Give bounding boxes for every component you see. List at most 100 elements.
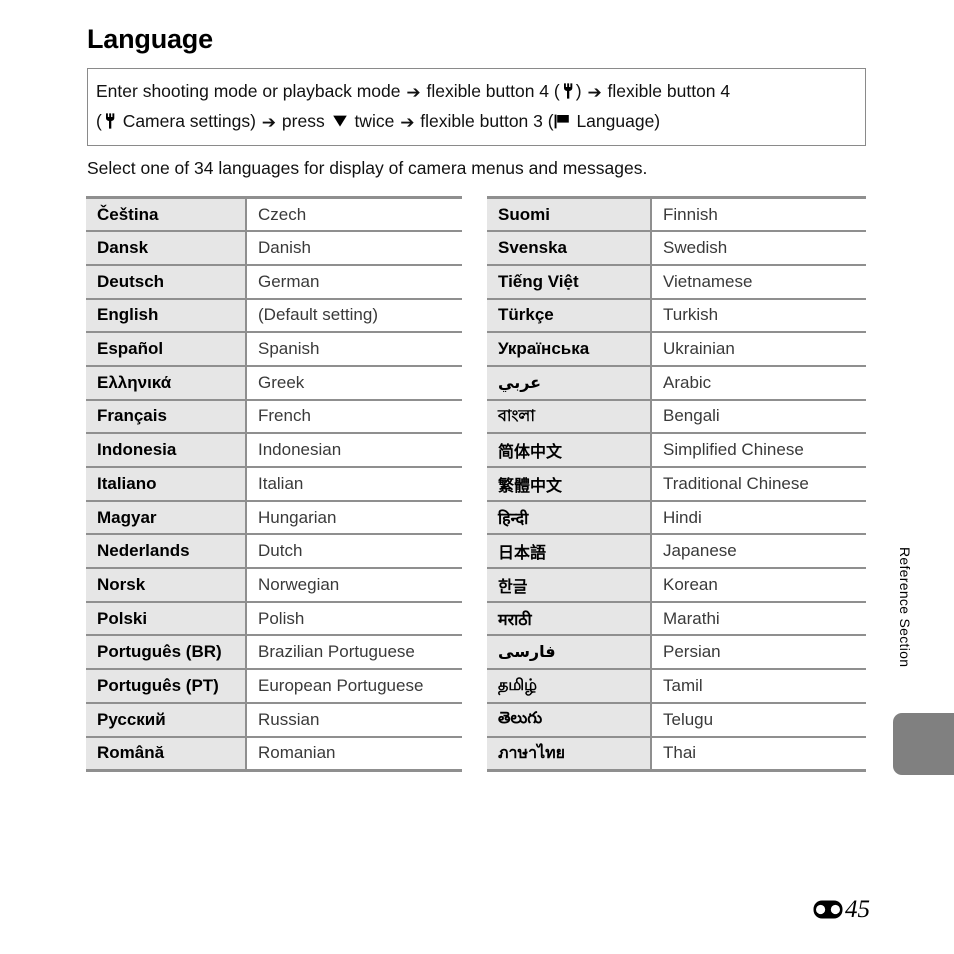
table-row: Italiano Italian <box>86 466 462 501</box>
language-native-label: Magyar <box>97 507 157 527</box>
table-row: ภาษาไทย Thai <box>487 735 866 772</box>
language-english-label: Tamil <box>663 675 703 695</box>
language-native-label: Italiano <box>97 473 157 493</box>
navigation-path-line-1: Enter shooting mode or playback mode ➔ f… <box>96 77 857 107</box>
language-native-cell: Nederlands <box>86 533 247 569</box>
table-row: 日本語 Japanese <box>487 533 866 569</box>
language-native-label: Dansk <box>97 238 149 258</box>
language-native-cell: বাংলা <box>487 398 652 434</box>
table-row: मराठी Marathi <box>487 600 866 636</box>
language-native-cell: Svenska <box>487 230 652 265</box>
language-english-label: Greek <box>258 372 305 392</box>
language-native-cell: 简体中文 <box>487 432 652 467</box>
language-english-cell: French <box>246 398 462 434</box>
language-native-cell: తెలుగు <box>487 701 652 737</box>
language-native-cell: Ελληνικά <box>86 364 247 400</box>
language-english-cell: Korean <box>651 567 866 602</box>
language-english-label: Dutch <box>258 541 303 561</box>
arrow-right-icon: ➔ <box>261 113 277 132</box>
language-english-cell: Thai <box>651 735 866 772</box>
language-english-cell: Italian <box>246 466 462 501</box>
language-native-label: ภาษาไทย <box>498 744 566 762</box>
language-english-label: European Portuguese <box>258 675 424 695</box>
language-english-cell: Finnish <box>651 196 866 232</box>
language-english-cell: Brazilian Portuguese <box>246 634 462 670</box>
language-english-cell: Indonesian <box>246 432 462 467</box>
language-table-right: Suomi Finnish Svenska Swedish Tiếng Việt Viet… <box>487 196 866 772</box>
table-row: Ελληνικά Greek <box>86 364 462 400</box>
language-native-cell: தமிழ் <box>487 668 652 703</box>
wrench-icon <box>561 79 575 99</box>
language-english-cell: Vietnamese <box>651 263 866 299</box>
language-english-cell: Danish <box>246 230 462 265</box>
page-number: 45 <box>845 896 870 923</box>
language-native-label: Português (PT) <box>97 675 219 695</box>
navigation-path-box: Enter shooting mode or playback mode ➔ f… <box>87 68 866 146</box>
language-native-cell: English <box>86 297 247 333</box>
language-english-cell: Romanian <box>246 735 462 772</box>
language-english-label: Swedish <box>663 238 728 258</box>
language-native-label: Čeština <box>97 204 159 224</box>
down-triangle-icon <box>332 108 348 127</box>
section-label: Reference Section <box>897 547 913 668</box>
language-native-cell: Polski <box>86 600 247 636</box>
table-row: తెలుగు Telugu <box>487 701 866 737</box>
document-page: Language Enter shooting mode or playback… <box>0 0 954 954</box>
language-native-cell: Español <box>86 331 247 366</box>
language-english-label: Ukrainian <box>663 339 735 359</box>
table-row: Polski Polish <box>86 600 462 636</box>
table-row: Svenska Swedish <box>487 230 866 265</box>
table-row: فارسی Persian <box>487 634 866 670</box>
language-english-cell: Persian <box>651 634 866 670</box>
language-english-label: Marathi <box>663 608 720 628</box>
language-english-label: Korean <box>663 574 718 594</box>
table-row: Nederlands Dutch <box>86 533 462 569</box>
language-english-cell: Telugu <box>651 701 866 737</box>
language-english-label: Danish <box>258 238 311 258</box>
nav-text-paren-arrow: ) <box>575 81 587 101</box>
language-english-cell: Turkish <box>651 297 866 333</box>
language-native-label: বাংলা <box>498 407 535 425</box>
nav-text-flex4: flexible button 4 ( <box>421 81 560 101</box>
language-native-label: Indonesia <box>97 440 177 460</box>
language-english-cell: German <box>246 263 462 299</box>
nav-text-camera-settings: Camera settings) <box>117 111 261 131</box>
language-native-cell: Magyar <box>86 499 247 535</box>
table-row: Čeština Czech <box>86 196 462 232</box>
language-english-cell: Marathi <box>651 600 866 636</box>
language-english-cell: Simplified Chinese <box>651 432 866 467</box>
language-native-cell: मराठी <box>487 600 652 636</box>
language-english-label: Hungarian <box>258 507 337 527</box>
language-native-cell: Suomi <box>487 196 652 232</box>
language-native-label: عربي <box>498 374 542 392</box>
language-english-label: Polish <box>258 608 305 628</box>
language-english-label: Indonesian <box>258 440 342 460</box>
table-row: हिन्दी Hindi <box>487 499 866 535</box>
table-row: தமிழ் Tamil <box>487 668 866 703</box>
language-english-cell: Greek <box>246 364 462 400</box>
table-row: Indonesia Indonesian <box>86 432 462 467</box>
language-native-cell: 繁體中文 <box>487 466 652 501</box>
language-native-label: Русский <box>97 709 166 729</box>
table-row: Dansk Danish <box>86 230 462 265</box>
language-native-label: Español <box>97 339 164 359</box>
language-native-label: فارسی <box>498 644 556 662</box>
language-english-label: Turkish <box>663 305 719 325</box>
language-english-cell: Traditional Chinese <box>651 466 866 501</box>
language-native-cell: Deutsch <box>86 263 247 299</box>
language-english-cell: Ukrainian <box>651 331 866 366</box>
language-native-label: Ελληνικά <box>97 372 172 392</box>
language-english-label: Traditional Chinese <box>663 473 809 493</box>
language-english-label: Czech <box>258 204 307 224</box>
language-english-label: Norwegian <box>258 574 340 594</box>
language-english-cell: Dutch <box>246 533 462 569</box>
language-native-label: Svenska <box>498 238 567 258</box>
language-english-cell: Polish <box>246 600 462 636</box>
table-row: 繁體中文 Traditional Chinese <box>487 466 866 501</box>
table-row: عربي Arabic <box>487 364 866 400</box>
language-english-label: Italian <box>258 473 304 493</box>
language-native-label: 한글 <box>498 578 528 596</box>
language-english-label: Russian <box>258 709 320 729</box>
language-table-right-body: Suomi Finnish Svenska Swedish Tiếng Việt Viet… <box>487 196 866 772</box>
language-native-cell: हिन्दी <box>487 499 652 535</box>
